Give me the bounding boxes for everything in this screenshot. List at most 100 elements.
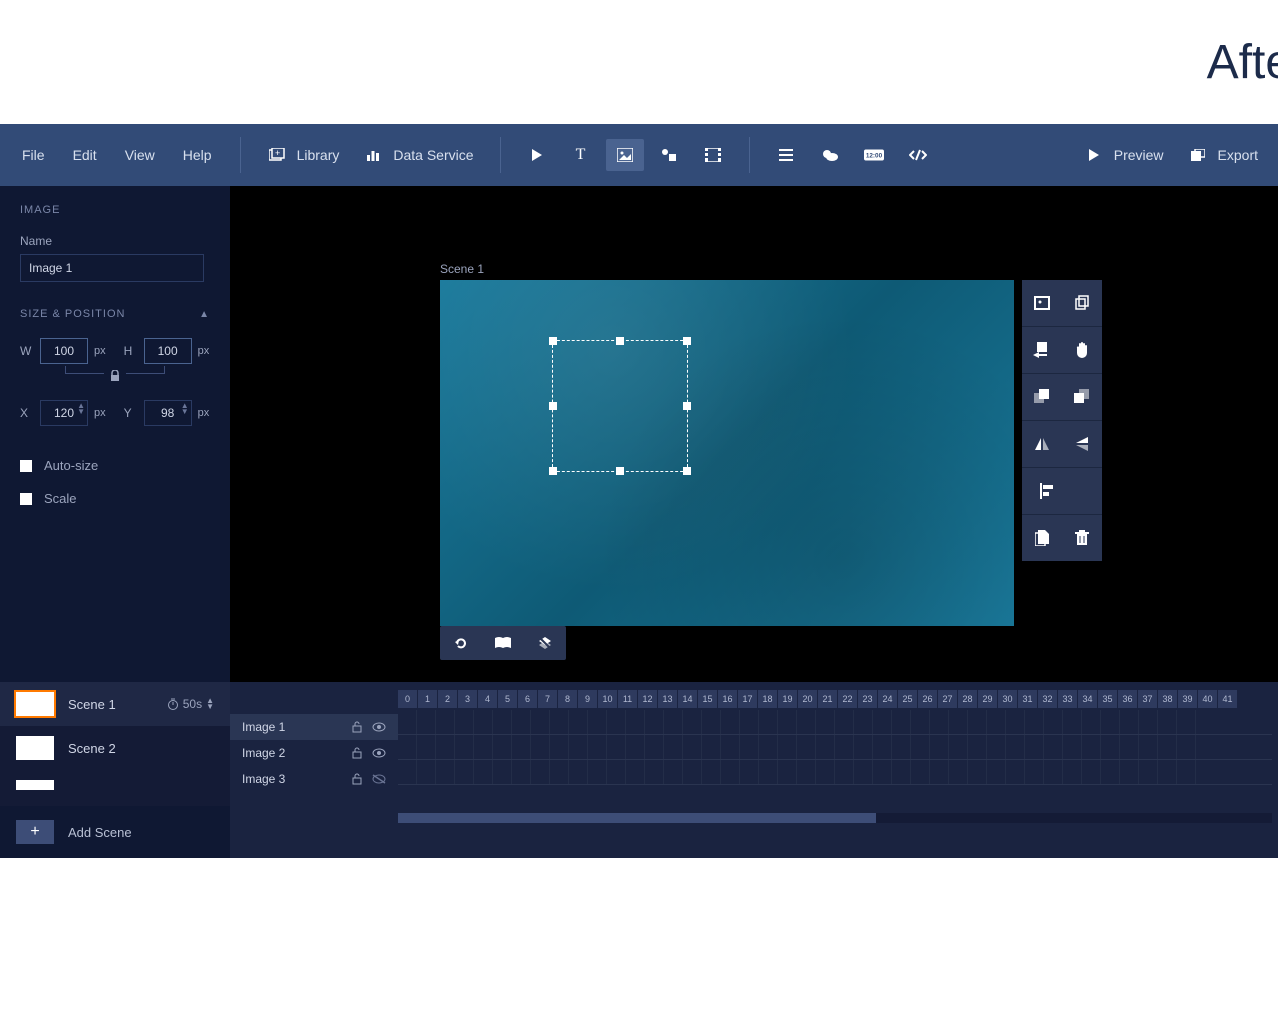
scene-canvas[interactable]: [440, 280, 1014, 626]
horizontal-scrollbar[interactable]: [398, 813, 1272, 823]
height-input[interactable]: [144, 338, 192, 364]
layer-item[interactable]: Image 2: [230, 740, 398, 766]
library-button[interactable]: + Library: [255, 145, 352, 165]
tick[interactable]: 25: [898, 690, 917, 708]
tick[interactable]: 7: [538, 690, 557, 708]
scene-item[interactable]: [0, 770, 230, 790]
menu-file[interactable]: File: [8, 147, 59, 163]
menu-edit[interactable]: Edit: [59, 147, 111, 163]
send-behind-button[interactable]: [1062, 374, 1102, 420]
stepper-icon[interactable]: ▲▼: [77, 403, 85, 415]
menu-help[interactable]: Help: [169, 147, 226, 163]
weather-tool[interactable]: [811, 139, 849, 171]
tick[interactable]: 10: [598, 690, 617, 708]
tick[interactable]: 22: [838, 690, 857, 708]
scale-row[interactable]: Scale: [20, 491, 210, 506]
tick[interactable]: 12: [638, 690, 657, 708]
tick[interactable]: 19: [778, 690, 797, 708]
list-tool[interactable]: [767, 139, 805, 171]
tick[interactable]: 26: [918, 690, 937, 708]
tick[interactable]: 0: [398, 690, 417, 708]
tick[interactable]: 33: [1058, 690, 1077, 708]
tick[interactable]: 35: [1098, 690, 1117, 708]
tick[interactable]: 14: [678, 690, 697, 708]
tick[interactable]: 20: [798, 690, 817, 708]
scene-item[interactable]: Scene 1 50s ▲▼: [0, 682, 230, 726]
size-position-header[interactable]: SIZE & POSITION ▲: [20, 308, 210, 320]
name-input[interactable]: [20, 254, 204, 282]
flip-h-button[interactable]: [1022, 421, 1062, 467]
width-input[interactable]: [40, 338, 88, 364]
resize-handle[interactable]: [549, 467, 557, 475]
copy-button[interactable]: [1022, 515, 1062, 561]
tick[interactable]: 15: [698, 690, 717, 708]
fit-button[interactable]: [1022, 280, 1062, 326]
bring-front-button[interactable]: [1022, 374, 1062, 420]
tick[interactable]: 28: [958, 690, 977, 708]
timeline-tracks[interactable]: [398, 710, 1272, 785]
tick[interactable]: 29: [978, 690, 997, 708]
tick[interactable]: 34: [1078, 690, 1097, 708]
tick[interactable]: 39: [1178, 690, 1197, 708]
tick[interactable]: 6: [518, 690, 537, 708]
tick[interactable]: 27: [938, 690, 957, 708]
resize-handle[interactable]: [549, 402, 557, 410]
tick[interactable]: 23: [858, 690, 877, 708]
unlock-icon[interactable]: [350, 747, 364, 759]
tick[interactable]: 4: [478, 690, 497, 708]
tick[interactable]: 16: [718, 690, 737, 708]
layer-item[interactable]: Image 3: [230, 766, 398, 792]
tick[interactable]: 31: [1018, 690, 1037, 708]
tick[interactable]: 13: [658, 690, 677, 708]
tick[interactable]: 37: [1138, 690, 1157, 708]
data-service-button[interactable]: Data Service: [351, 145, 485, 165]
resize-handle[interactable]: [549, 337, 557, 345]
shapes-tool[interactable]: [650, 139, 688, 171]
tick[interactable]: 3: [458, 690, 477, 708]
export-button[interactable]: Export: [1176, 145, 1270, 165]
layer-item[interactable]: Image 1: [230, 714, 398, 740]
scene-item[interactable]: Scene 2: [0, 726, 230, 770]
scene-duration[interactable]: 50s ▲▼: [167, 697, 214, 711]
resize-handle[interactable]: [683, 337, 691, 345]
image-tool[interactable]: [606, 139, 644, 171]
video-tool[interactable]: [694, 139, 732, 171]
touch-button[interactable]: [1062, 327, 1102, 373]
track-row[interactable]: [398, 760, 1272, 785]
tick[interactable]: 36: [1118, 690, 1137, 708]
preview-button[interactable]: Preview: [1072, 145, 1176, 165]
track-row[interactable]: [398, 735, 1272, 760]
book-button[interactable]: [482, 626, 524, 660]
menu-view[interactable]: View: [111, 147, 169, 163]
autosize-row[interactable]: Auto-size: [20, 458, 210, 473]
selection-box[interactable]: [552, 340, 688, 472]
text-tool[interactable]: T: [562, 139, 600, 171]
track-row[interactable]: [398, 710, 1272, 735]
tick[interactable]: 1: [418, 690, 437, 708]
tick[interactable]: 2: [438, 690, 457, 708]
align-button[interactable]: [1022, 468, 1102, 514]
tick[interactable]: 40: [1198, 690, 1217, 708]
tick[interactable]: 18: [758, 690, 777, 708]
tick[interactable]: 30: [998, 690, 1017, 708]
tick[interactable]: 5: [498, 690, 517, 708]
scrollbar-thumb[interactable]: [398, 813, 876, 823]
eye-off-icon[interactable]: [372, 774, 386, 784]
tick[interactable]: 38: [1158, 690, 1177, 708]
resize-handle[interactable]: [616, 337, 624, 345]
tick[interactable]: 8: [558, 690, 577, 708]
clock-tool[interactable]: 12:00: [855, 139, 893, 171]
duplicate-button[interactable]: [1062, 280, 1102, 326]
tick[interactable]: 32: [1038, 690, 1057, 708]
add-scene-button[interactable]: + Add Scene: [0, 806, 230, 858]
tick[interactable]: 11: [618, 690, 637, 708]
eye-icon[interactable]: [372, 748, 386, 758]
unlock-icon[interactable]: [350, 773, 364, 785]
code-tool[interactable]: [899, 139, 937, 171]
delete-button[interactable]: [1062, 515, 1102, 561]
tick[interactable]: 41: [1218, 690, 1237, 708]
tick[interactable]: 21: [818, 690, 837, 708]
tick[interactable]: 9: [578, 690, 597, 708]
resize-handle[interactable]: [683, 467, 691, 475]
undo-button[interactable]: [440, 626, 482, 660]
